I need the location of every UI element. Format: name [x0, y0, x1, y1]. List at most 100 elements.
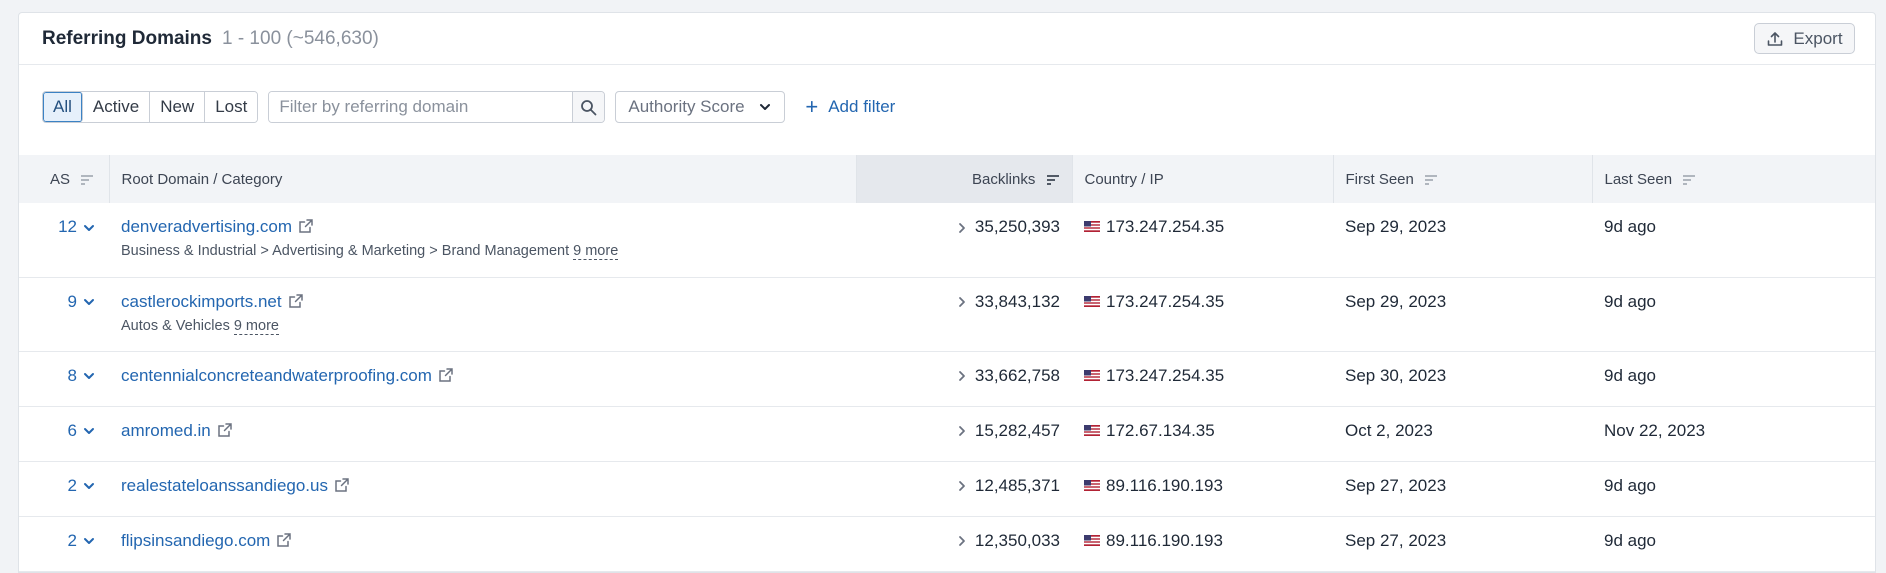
- segment-all[interactable]: All: [43, 92, 83, 122]
- ip-address: 173.247.254.35: [1106, 365, 1225, 385]
- backlinks-cell: 15,282,457: [856, 406, 1072, 462]
- backlinks-cell: 33,843,132: [856, 277, 1072, 352]
- col-header-domain: Root Domain / Category: [109, 155, 857, 203]
- more-categories-link[interactable]: 9 more: [573, 243, 619, 260]
- upload-icon: [1768, 31, 1783, 46]
- domain-cell: realestateloanssandiego.us: [109, 461, 856, 517]
- page-title: Referring Domains: [42, 27, 212, 49]
- chevron-right-icon[interactable]: [957, 535, 967, 547]
- domain-link[interactable]: castlerockimports.net: [121, 292, 282, 311]
- first-seen-date: Sep 29, 2023: [1345, 291, 1447, 311]
- add-filter-button[interactable]: + Add filter: [805, 96, 895, 118]
- last-seen-date: 9d ago: [1604, 365, 1656, 385]
- table-row: 12 denveradvertising.com Business & Indu…: [19, 203, 1875, 278]
- external-link-icon[interactable]: [217, 422, 233, 438]
- us-flag-icon: [1084, 534, 1100, 546]
- chevron-right-icon[interactable]: [957, 370, 967, 382]
- referring-domains-panel: Referring Domains 1 - 100 (~546,630) Exp…: [18, 12, 1876, 573]
- external-link-icon[interactable]: [276, 532, 292, 548]
- domain-link[interactable]: flipsinsandiego.com: [121, 531, 270, 550]
- backlinks-count: 33,662,758: [974, 365, 1060, 385]
- last-seen-date: 9d ago: [1604, 217, 1656, 236]
- first-seen-cell: Oct 2, 2023: [1333, 406, 1592, 462]
- category-text: Autos & Vehicles: [121, 317, 230, 334]
- export-label: Export: [1793, 28, 1843, 48]
- category-text: Business & Industrial > Advertising & Ma…: [121, 243, 570, 259]
- domain-cell: flipsinsandiego.com: [109, 516, 856, 572]
- chevron-right-icon[interactable]: [957, 296, 967, 308]
- backlinks-cell: 35,250,393: [856, 203, 1072, 278]
- backlinks-count: 33,843,132: [974, 291, 1060, 311]
- last-seen-cell: 9d ago: [1592, 351, 1875, 407]
- segment-lost[interactable]: Lost: [205, 92, 258, 122]
- first-seen-cell: Sep 29, 2023: [1333, 203, 1592, 278]
- chevron-down-icon: [84, 299, 94, 306]
- domain-cell: denveradvertising.com Business & Industr…: [109, 203, 856, 278]
- col-header-last-seen[interactable]: Last Seen: [1592, 155, 1875, 203]
- us-flag-icon: [1084, 424, 1100, 436]
- ip-address: 173.247.254.35: [1106, 217, 1225, 236]
- as-cell[interactable]: 12: [19, 203, 109, 278]
- backlinks-count: 12,485,371: [974, 475, 1060, 495]
- authority-score-select[interactable]: Authority Score: [615, 91, 786, 123]
- last-seen-cell: 9d ago: [1592, 516, 1875, 572]
- country-ip-cell: 89.116.190.193: [1072, 461, 1333, 517]
- backlinks-cell: 12,485,371: [856, 461, 1072, 517]
- country-ip-cell: 173.247.254.35: [1072, 203, 1333, 278]
- domain-link[interactable]: realestateloanssandiego.us: [121, 476, 328, 495]
- status-segment-control: All Active New Lost: [42, 91, 259, 123]
- ip-address: 89.116.190.193: [1106, 475, 1223, 495]
- chevron-right-icon[interactable]: [957, 222, 967, 234]
- as-cell[interactable]: 9: [19, 277, 109, 352]
- table-row: 2 realestateloanssandiego.us 12,485,371 …: [19, 461, 1875, 517]
- ip-address: 89.116.190.193: [1106, 530, 1223, 550]
- search-button[interactable]: [572, 92, 605, 122]
- first-seen-date: Sep 30, 2023: [1345, 365, 1447, 385]
- col-header-backlinks[interactable]: Backlinks: [856, 155, 1073, 203]
- chevron-right-icon[interactable]: [957, 425, 967, 437]
- external-link-icon[interactable]: [438, 367, 454, 383]
- search-input[interactable]: [269, 92, 573, 122]
- chevron-down-icon: [84, 224, 94, 231]
- domain-link[interactable]: centennialconcreteandwaterproofing.com: [121, 366, 432, 385]
- as-cell[interactable]: 8: [19, 351, 109, 407]
- segment-active[interactable]: Active: [82, 92, 151, 122]
- external-link-icon[interactable]: [334, 477, 350, 493]
- external-link-icon[interactable]: [298, 218, 314, 234]
- as-cell[interactable]: 6: [19, 406, 109, 462]
- last-seen-date: 9d ago: [1604, 530, 1656, 550]
- last-seen-date: 9d ago: [1604, 291, 1656, 311]
- more-categories-link[interactable]: 9 more: [233, 317, 279, 335]
- col-header-first-seen[interactable]: First Seen: [1333, 155, 1593, 203]
- sort-lines-icon: [1046, 174, 1059, 185]
- us-flag-icon: [1084, 369, 1100, 381]
- backlinks-cell: 33,662,758: [856, 351, 1072, 407]
- sort-lines-icon: [1683, 174, 1696, 185]
- first-seen-cell: Sep 27, 2023: [1333, 516, 1592, 572]
- segment-new[interactable]: New: [150, 92, 206, 122]
- as-cell[interactable]: 2: [19, 516, 109, 572]
- domain-link[interactable]: denveradvertising.com: [121, 217, 292, 236]
- last-seen-cell: 9d ago: [1592, 203, 1875, 278]
- category-line: Autos & Vehicles 9 more: [121, 317, 844, 335]
- domain-cell: castlerockimports.net Autos & Vehicles 9 …: [109, 277, 856, 352]
- domain-link[interactable]: amromed.in: [121, 421, 211, 440]
- chevron-down-icon: [84, 483, 94, 490]
- country-ip-cell: 173.247.254.35: [1072, 277, 1333, 352]
- external-link-icon[interactable]: [288, 293, 304, 309]
- authority-score-label: Authority Score: [628, 97, 745, 116]
- table-body: 12 denveradvertising.com Business & Indu…: [19, 203, 1875, 572]
- domain-cell: centennialconcreteandwaterproofing.com: [109, 351, 856, 407]
- col-header-as[interactable]: AS: [19, 155, 110, 203]
- first-seen-cell: Sep 29, 2023: [1333, 277, 1592, 352]
- authority-score: 6: [67, 420, 77, 440]
- as-cell[interactable]: 2: [19, 461, 109, 517]
- filter-toolbar: All Active New Lost Authority Score + Ad…: [19, 65, 1875, 155]
- export-button[interactable]: Export: [1754, 23, 1855, 54]
- referring-domains-table: AS Root Domain / Category Backlinks Coun…: [19, 155, 1875, 572]
- last-seen-date: 9d ago: [1604, 475, 1656, 495]
- add-filter-label: Add filter: [828, 97, 896, 116]
- authority-score: 8: [67, 365, 77, 385]
- ip-address: 172.67.134.35: [1106, 420, 1215, 440]
- chevron-right-icon[interactable]: [957, 480, 967, 492]
